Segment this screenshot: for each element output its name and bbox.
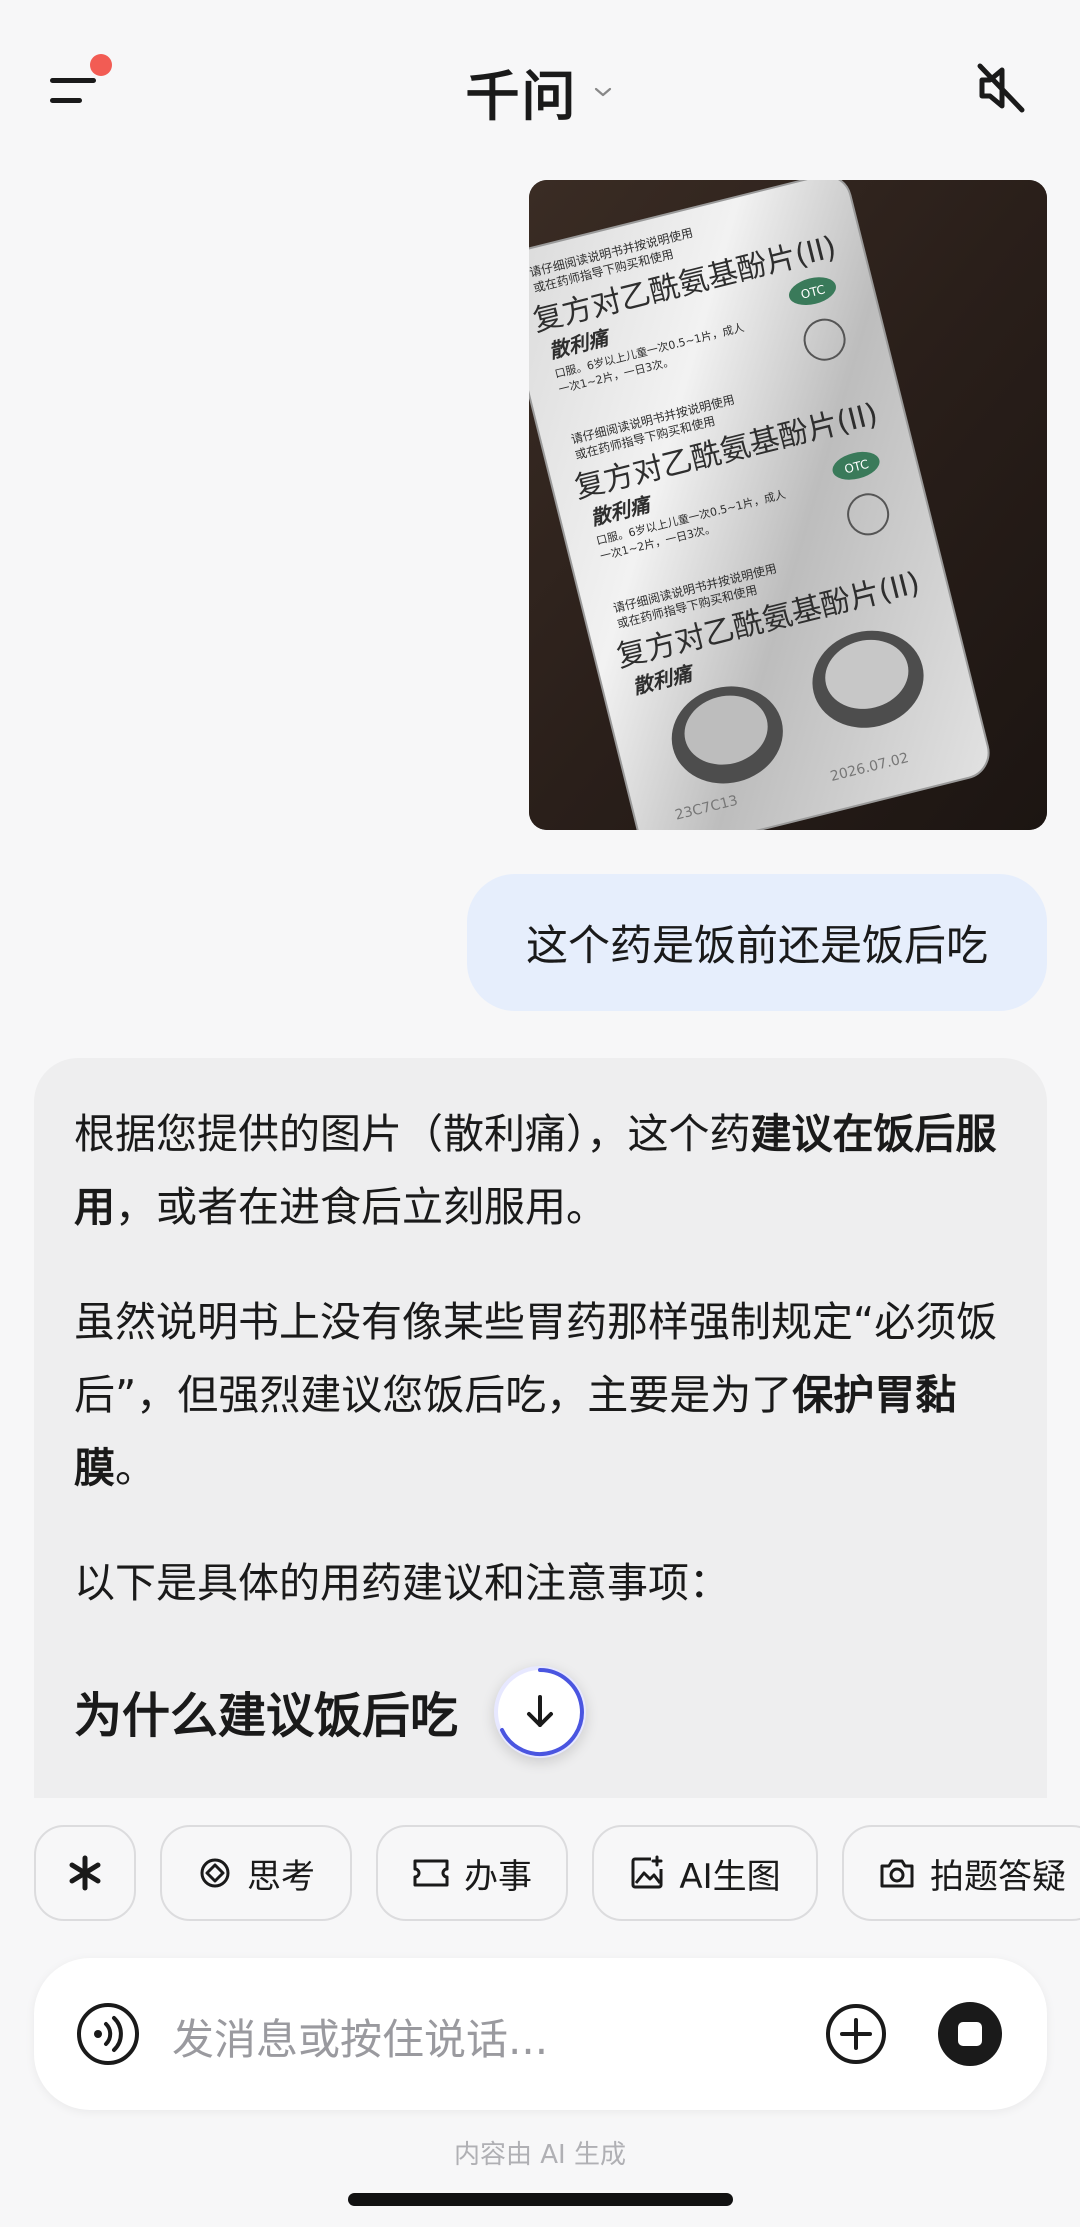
- mute-button[interactable]: [970, 58, 1030, 118]
- photo-qa-chip[interactable]: 拍题答疑: [842, 1825, 1080, 1921]
- ai-paragraph-1: 根据您提供的图片（散利痛），这个药建议在饭后服用，或者在进食后立刻服用。: [74, 1098, 1007, 1244]
- ai-text: 根据您提供的图片（散利痛），这个药: [74, 1110, 751, 1158]
- message-input[interactable]: 发消息或按住说话...: [172, 2006, 548, 2067]
- message-input-bar: 发消息或按住说话...: [34, 1958, 1047, 2110]
- camera-icon: [880, 1859, 914, 1888]
- user-message-bubble[interactable]: 这个药是饭前还是饭后吃: [467, 874, 1047, 1011]
- speaker-muted-icon: [977, 63, 1025, 113]
- add-attachment-button[interactable]: [824, 2002, 888, 2066]
- think-icon: [200, 1858, 230, 1888]
- stop-icon: [958, 2022, 982, 2046]
- arrow-down-icon: [527, 1695, 553, 1727]
- title-switcher[interactable]: 千问: [0, 52, 1080, 131]
- sparkle-chip[interactable]: [34, 1825, 136, 1921]
- chip-label: 办事: [464, 1856, 532, 1897]
- quick-actions-row: 思考 办事 AI生图 拍题答疑: [34, 1825, 1080, 1921]
- chip-label: 思考: [247, 1856, 315, 1897]
- home-indicator[interactable]: [348, 2193, 733, 2206]
- ai-paragraph-2: 虽然说明书上没有像某些胃药那样强制规定“必须饭后”，但强烈建议您饭后吃，主要是为…: [74, 1286, 1007, 1505]
- scroll-to-bottom-button[interactable]: [494, 1666, 586, 1758]
- chip-label: 拍题答疑: [930, 1856, 1066, 1897]
- image-generate-icon: [631, 1855, 663, 1889]
- stop-generation-button[interactable]: [938, 2002, 1002, 2066]
- top-bar: 千问: [0, 0, 1080, 170]
- ai-paragraph-3: 以下是具体的用药建议和注意事项：: [74, 1559, 730, 1607]
- tasks-chip[interactable]: 办事: [376, 1825, 568, 1921]
- think-chip[interactable]: 思考: [160, 1825, 352, 1921]
- user-message-text: 这个药是饭前还是饭后吃: [525, 921, 988, 970]
- medicine-blister-pack-photo: 请仔细阅读说明书并按说明使用 或在药师指导下购买和使用 复方对乙酰氨基酚片(II…: [529, 180, 1047, 830]
- ai-image-chip[interactable]: AI生图: [592, 1825, 818, 1921]
- voice-wave-icon: [77, 2003, 139, 2065]
- plus-circle-icon: [826, 2004, 886, 2064]
- chevron-down-icon: [594, 87, 611, 96]
- ai-text: ，或者在进食后立刻服用。: [115, 1183, 607, 1231]
- voice-button[interactable]: [76, 2002, 140, 2066]
- ticket-icon: [413, 1859, 449, 1887]
- sparkle-icon: [69, 1855, 101, 1891]
- app-title: 千问: [465, 65, 578, 128]
- uploaded-photo[interactable]: 请仔细阅读说明书并按说明使用 或在药师指导下购买和使用 复方对乙酰氨基酚片(II…: [529, 180, 1047, 830]
- ai-disclaimer: 内容由 AI 生成: [454, 2140, 626, 2170]
- ai-text: 。: [115, 1444, 156, 1492]
- chip-label: AI生图: [679, 1856, 781, 1897]
